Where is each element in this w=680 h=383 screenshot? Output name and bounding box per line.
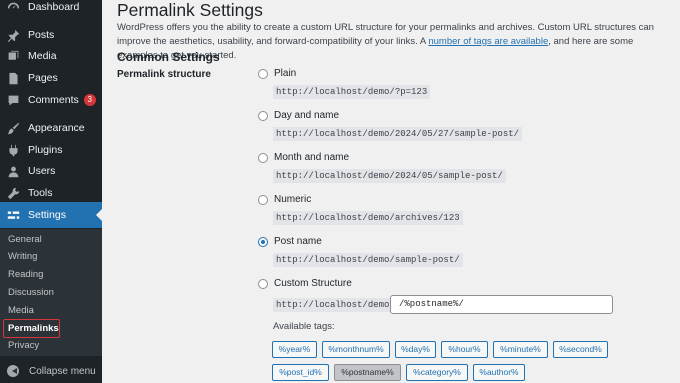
example-url-plain: http://localhost/demo/?p=123 xyxy=(273,85,431,99)
tag-button-minute[interactable]: %minute% xyxy=(493,341,548,358)
menu-label: Pages xyxy=(28,72,58,84)
submenu-item-reading[interactable]: Reading xyxy=(8,267,43,283)
tag-button-hour[interactable]: %hour% xyxy=(441,341,488,358)
available-tags-label: Available tags: xyxy=(273,321,335,332)
radio-numeric[interactable] xyxy=(258,194,268,205)
brush-icon xyxy=(6,121,20,135)
menu-label: Dashboard xyxy=(28,1,80,13)
option-label: Post name xyxy=(274,236,322,247)
comments-count-badge: 3 xyxy=(83,94,96,106)
menu-label: Posts xyxy=(28,29,55,41)
menu-item-appearance[interactable]: Appearance xyxy=(0,118,102,138)
menu-label: Tools xyxy=(28,187,53,199)
media-icon xyxy=(6,49,20,63)
menu-item-posts[interactable]: Posts xyxy=(0,25,102,45)
submenu-item-privacy[interactable]: Privacy xyxy=(8,338,39,354)
menu-label: Plugins xyxy=(28,144,63,156)
menu-label: Appearance xyxy=(28,122,85,134)
tags-available-link[interactable]: number of tags are available xyxy=(428,36,548,47)
example-url-post-name: http://localhost/demo/sample-post/ xyxy=(273,253,463,267)
tag-button-author[interactable]: %author% xyxy=(473,364,525,381)
settings-icon xyxy=(6,208,20,222)
option-label: Custom Structure xyxy=(274,278,352,289)
option-numeric[interactable]: Numeric xyxy=(258,194,311,205)
option-post-name[interactable]: Post name xyxy=(258,236,322,247)
option-month-and-name[interactable]: Month and name xyxy=(258,152,349,163)
menu-item-comments[interactable]: Comments 3 xyxy=(0,90,102,110)
permalink-structure-label: Permalink structure xyxy=(117,69,211,80)
example-url-day-and-name: http://localhost/demo/2024/05/27/sample-… xyxy=(273,127,523,141)
submenu-item-media[interactable]: Media xyxy=(8,303,34,319)
custom-structure-input[interactable]: /%postname%/ xyxy=(390,295,613,314)
plug-icon xyxy=(6,143,20,157)
option-day-and-name[interactable]: Day and name xyxy=(258,110,339,121)
menu-label: Settings xyxy=(28,209,66,221)
option-plain[interactable]: Plain xyxy=(258,68,296,79)
collapse-label: Collapse menu xyxy=(29,365,96,377)
menu-item-pages[interactable]: Pages xyxy=(0,68,102,88)
radio-month-and-name[interactable] xyxy=(258,152,268,163)
menu-item-plugins[interactable]: Plugins xyxy=(0,140,102,160)
user-icon xyxy=(6,164,20,178)
menu-item-settings[interactable]: Settings xyxy=(0,202,102,228)
menu-label: Comments xyxy=(28,94,79,106)
menu-item-dashboard[interactable]: Dashboard xyxy=(0,0,102,17)
option-label: Plain xyxy=(274,68,297,79)
menu-label: Users xyxy=(28,165,56,177)
radio-custom-structure[interactable] xyxy=(258,278,268,289)
example-url-numeric: http://localhost/demo/archives/123 xyxy=(273,211,463,225)
submenu-item-general[interactable]: General xyxy=(8,232,42,248)
tag-button-post-id[interactable]: %post_id% xyxy=(272,364,329,381)
menu-label: Media xyxy=(28,50,57,62)
permalinks-highlight-box xyxy=(3,319,60,338)
page-icon xyxy=(6,71,20,85)
comment-icon xyxy=(6,93,20,107)
radio-post-name[interactable] xyxy=(258,236,268,247)
page-title: Permalink Settings xyxy=(117,0,263,20)
main-content: Permalink Settings WordPress offers you … xyxy=(117,0,680,383)
option-label: Numeric xyxy=(274,194,312,205)
option-label: Day and name xyxy=(274,110,340,121)
radio-plain[interactable] xyxy=(258,68,268,79)
tag-button-day[interactable]: %day% xyxy=(395,341,436,358)
pin-icon xyxy=(6,28,20,42)
tag-button-category[interactable]: %category% xyxy=(406,364,468,381)
menu-item-users[interactable]: Users xyxy=(0,161,102,181)
custom-structure-prefix: http://localhost/demo xyxy=(273,298,393,312)
radio-day-and-name[interactable] xyxy=(258,110,268,121)
collapse-menu-button[interactable]: Collapse menu xyxy=(0,362,102,380)
option-custom-structure[interactable]: Custom Structure xyxy=(258,278,352,289)
dashboard-icon xyxy=(6,0,20,14)
tag-button-year[interactable]: %year% xyxy=(272,341,317,358)
section-title-common-settings: Common Settings xyxy=(117,50,220,64)
collapse-arrow-icon xyxy=(7,365,19,377)
submenu-item-writing[interactable]: Writing xyxy=(8,249,37,265)
option-label: Month and name xyxy=(274,152,350,163)
tag-button-second[interactable]: %second% xyxy=(553,341,608,358)
tag-button-postname[interactable]: %postname% xyxy=(334,364,401,381)
menu-item-media[interactable]: Media xyxy=(0,46,102,66)
submenu-item-discussion[interactable]: Discussion xyxy=(8,285,54,301)
menu-item-tools[interactable]: Tools xyxy=(0,183,102,203)
wrench-icon xyxy=(6,186,20,200)
example-url-month-and-name: http://localhost/demo/2024/05/sample-pos… xyxy=(273,169,506,183)
admin-sidebar: Dashboard Posts Media Pages Comments 3 A… xyxy=(0,0,102,383)
tag-button-monthnum[interactable]: %monthnum% xyxy=(322,341,390,358)
